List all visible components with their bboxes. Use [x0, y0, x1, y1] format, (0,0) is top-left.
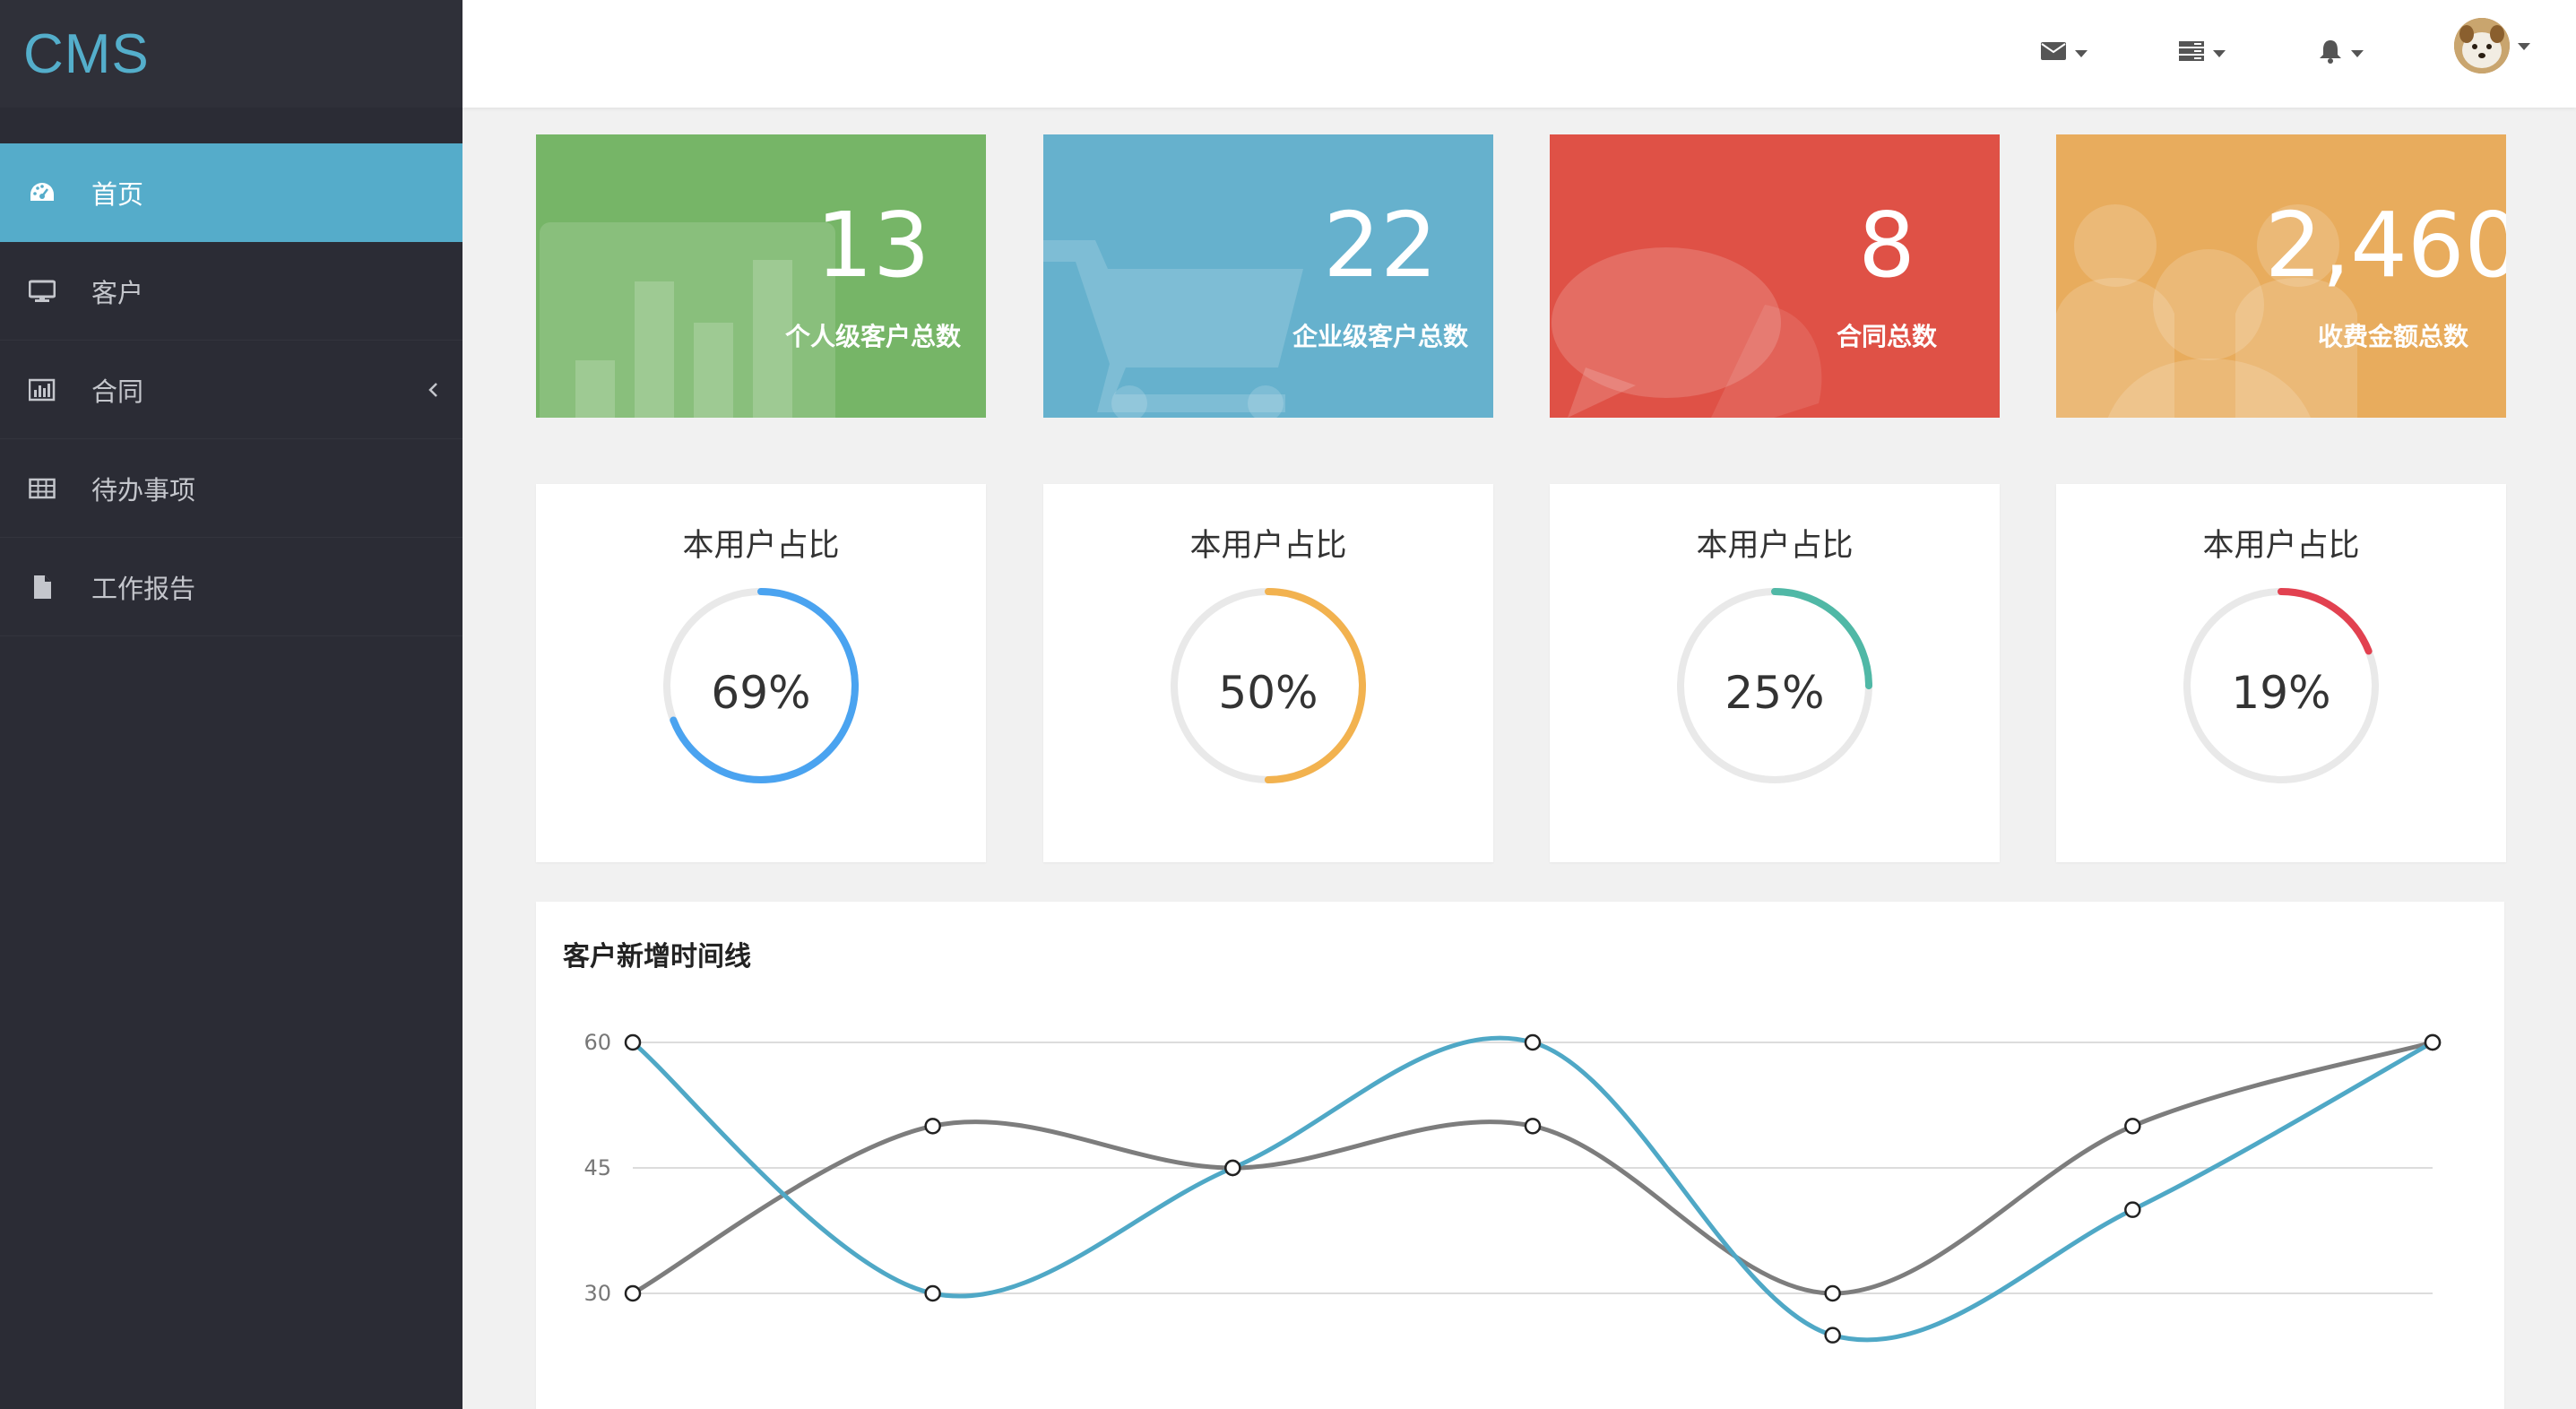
- user-avatar: [2454, 18, 2510, 73]
- sidebar-nav: 首页 客户 合同 待办事项 工作报告: [0, 143, 462, 636]
- sidebar-item-reports[interactable]: 工作报告: [0, 538, 462, 636]
- stat-label: 个人级客户总数: [784, 322, 961, 351]
- sidebar-item-label: 工作报告: [91, 573, 196, 604]
- brand-text: CMS: [23, 22, 150, 85]
- file-icon: [27, 572, 57, 602]
- ratio-percent: 50%: [1218, 667, 1318, 719]
- ratio-title: 本用户占比: [1696, 528, 1854, 564]
- ratio-percent: 25%: [1725, 667, 1825, 719]
- data-point[interactable]: [1524, 1033, 1542, 1051]
- caret-down-icon: [2212, 45, 2226, 62]
- brand-logo[interactable]: CMS: [0, 0, 462, 108]
- sidebar-item-label: 合同: [91, 376, 144, 407]
- line-chart: 30 45 60: [583, 1030, 2442, 1344]
- stat-tile-personal-customers[interactable]: 13 个人级客户总数: [536, 134, 986, 418]
- sidebar: CMS 首页 客户 合同 待办事项 工作报告: [0, 0, 462, 1409]
- ratio-card-2: 本用户占比 50%: [1043, 484, 1493, 862]
- bell-icon: [2318, 39, 2343, 67]
- sidebar-item-label: 首页: [91, 178, 144, 210]
- sidebar-item-contracts[interactable]: 合同: [0, 341, 462, 439]
- sidebar-item-home[interactable]: 首页: [0, 143, 462, 242]
- caret-down-icon: [2074, 45, 2088, 62]
- data-point[interactable]: [1224, 1159, 1241, 1177]
- data-point[interactable]: [624, 1284, 642, 1302]
- sidebar-item-todo[interactable]: 待办事项: [0, 439, 462, 538]
- chevron-left-icon[interactable]: [419, 375, 446, 405]
- sidebar-item-customers[interactable]: 客户: [0, 242, 462, 341]
- ratio-title: 本用户占比: [1189, 528, 1347, 564]
- stat-label: 合同总数: [1836, 322, 1937, 351]
- stat-tile-revenue[interactable]: 2,460 收费金额总数: [2056, 134, 2506, 418]
- notifications-dropdown[interactable]: [2318, 30, 2364, 75]
- stat-value: 8: [1858, 193, 1915, 298]
- data-point[interactable]: [2124, 1118, 2141, 1135]
- ratio-title: 本用户占比: [2202, 528, 2360, 564]
- ratio-percent: 69%: [711, 667, 811, 719]
- data-point[interactable]: [924, 1118, 941, 1135]
- data-point[interactable]: [924, 1284, 941, 1302]
- top-navbar: [462, 0, 2576, 108]
- series-line-1: [631, 1035, 2434, 1343]
- envelope-icon: [2040, 41, 2067, 65]
- data-point[interactable]: [1824, 1284, 1841, 1302]
- ratio-card-1: 本用户占比 69%: [536, 484, 986, 862]
- sidebar-item-label: 待办事项: [91, 474, 196, 506]
- user-menu[interactable]: [2454, 18, 2531, 73]
- stat-tile-enterprise-customers[interactable]: 22 企业级客户总数: [1043, 134, 1493, 418]
- stat-value: 22: [1323, 193, 1438, 298]
- data-point[interactable]: [2124, 1201, 2141, 1218]
- table-icon: [27, 473, 57, 504]
- data-point[interactable]: [1824, 1327, 1841, 1344]
- tasks-icon: [2178, 40, 2205, 65]
- caret-down-icon: [2350, 45, 2364, 62]
- y-tick-label: 60: [583, 1030, 611, 1055]
- tasks-dropdown[interactable]: [2178, 30, 2226, 75]
- messages-dropdown[interactable]: [2040, 30, 2088, 75]
- ratio-percent: 19%: [2231, 667, 2331, 719]
- stat-tile-contracts[interactable]: 8 合同总数: [1550, 134, 2000, 418]
- bar-chart-icon: [27, 375, 57, 405]
- data-point[interactable]: [2424, 1033, 2442, 1051]
- ratio-card-3: 本用户占比 25%: [1550, 484, 2000, 862]
- desktop-icon: [27, 276, 57, 307]
- y-tick-label: 30: [583, 1281, 611, 1306]
- dashboard-icon: [27, 177, 57, 208]
- data-point[interactable]: [624, 1033, 642, 1051]
- stat-label: 收费金额总数: [2317, 322, 2468, 351]
- caret-down-icon: [2517, 38, 2531, 55]
- customer-timeline-panel: 客户新增时间线 30 45 60: [536, 902, 2504, 1409]
- stat-value: 13: [816, 193, 930, 298]
- data-point[interactable]: [1524, 1118, 1542, 1135]
- stat-value: 2,460: [2264, 193, 2506, 298]
- sidebar-item-label: 客户: [91, 277, 144, 308]
- y-tick-label: 45: [583, 1155, 611, 1180]
- ratio-card-4: 本用户占比 19%: [2056, 484, 2506, 862]
- stat-label: 企业级客户总数: [1292, 322, 1468, 351]
- ratio-title: 本用户占比: [682, 528, 840, 564]
